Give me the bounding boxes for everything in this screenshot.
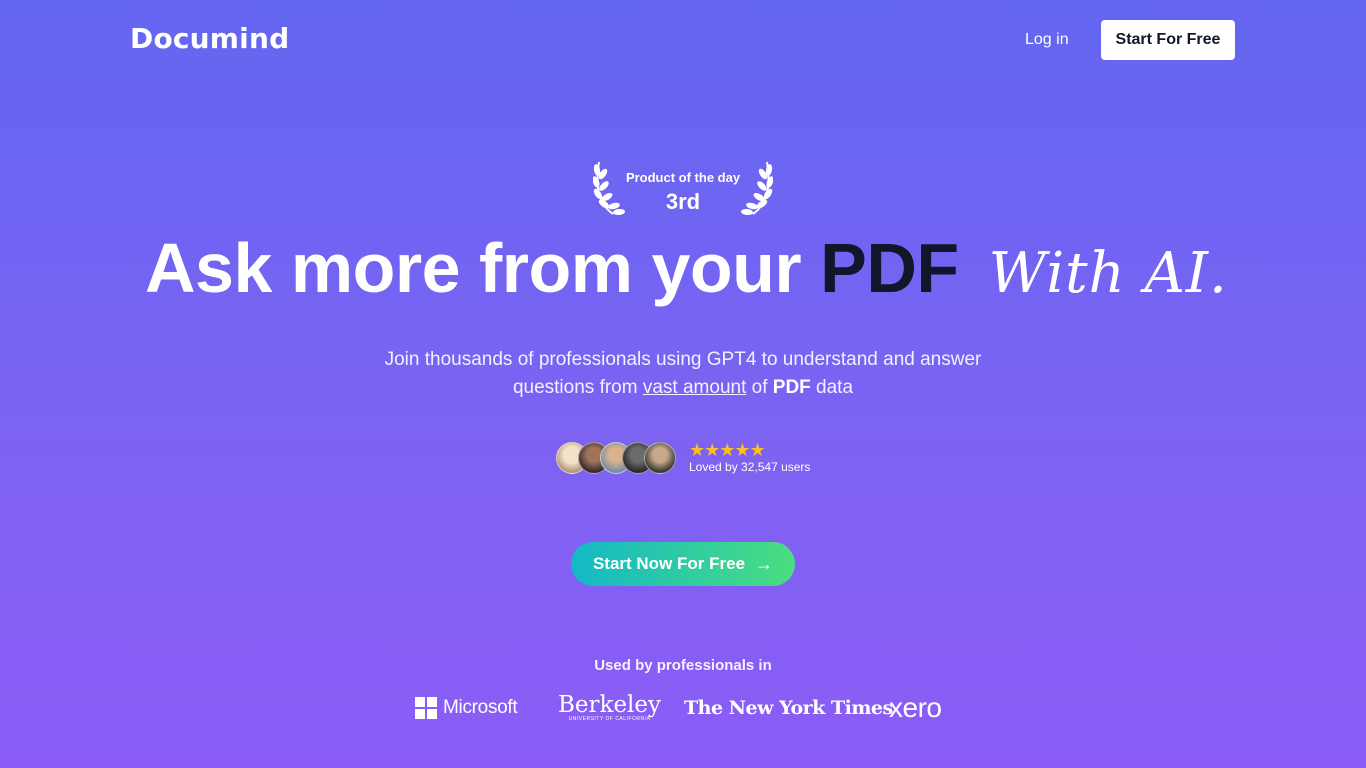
berkeley-logo-text: Berkeley [558, 692, 662, 718]
arrow-right-icon: → [755, 553, 774, 574]
xero-logo: xero [889, 692, 942, 723]
berkeley-logo: Berkeley UNIVERSITY OF CALIFORNIA [558, 692, 661, 722]
microsoft-logo-text: Microsoft [443, 697, 518, 718]
subtitle-vast-amount: vast amount [642, 377, 747, 398]
used-by-title: Used by professionals in [594, 657, 772, 674]
top-nav: Documind Log in Start For Free [0, 0, 1366, 80]
award-rank: 3rd [665, 189, 701, 214]
social-proof: ★★★★★ Loved by 32,547 users [556, 440, 816, 476]
headline-with-ai: With AI. [988, 241, 1228, 306]
microsoft-logo: Microsoft [415, 697, 518, 719]
subtitle-of: of [746, 377, 773, 398]
headline-pdf: PDF [820, 229, 959, 307]
headline-main: Ask more from your [145, 229, 821, 307]
documind-logo[interactable]: Documind [130, 22, 289, 55]
customer-logos: Microsoft Berkeley UNIVERSITY OF CALIFOR… [0, 690, 1366, 730]
cta-label: Start Now For Free [592, 554, 746, 573]
hero-subtitle: Join thousands of professionals using GP… [283, 346, 1083, 402]
start-for-free-button[interactable]: Start For Free [1101, 20, 1235, 60]
loved-by-text: Loved by 32,547 users [689, 460, 811, 474]
nyt-logo: The New York Times [684, 697, 893, 719]
hero-headline: Ask more from your PDF With AI. [145, 228, 1228, 308]
subtitle-questions: questions from [512, 377, 643, 398]
login-link[interactable]: Log in [1025, 31, 1069, 49]
subtitle-line-1: Join thousands of professionals using GP… [384, 349, 982, 370]
subtitle-pdf: PDF [772, 377, 811, 398]
subtitle-data: data [810, 377, 854, 398]
berkeley-logo-subtext: UNIVERSITY OF CALIFORNIA [568, 716, 651, 722]
product-of-day-badge: Product of the day 3rd [593, 158, 773, 216]
microsoft-windows-icon [415, 697, 437, 719]
rating-stars: ★★★★★ [689, 440, 766, 460]
avatar [644, 442, 676, 474]
award-label: Product of the day [625, 170, 741, 185]
start-now-button[interactable]: Start Now For Free → [571, 542, 795, 586]
